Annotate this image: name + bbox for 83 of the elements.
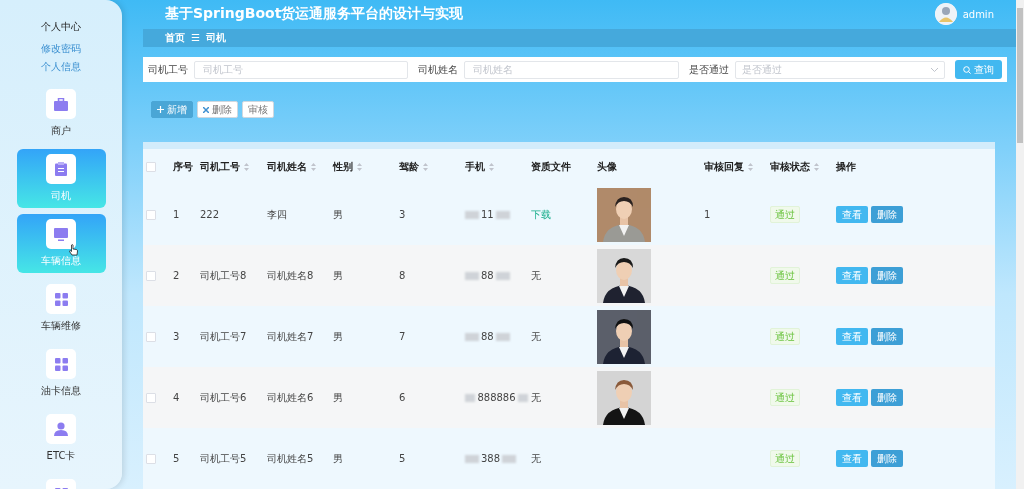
- status-tag: 通过: [770, 205, 800, 223]
- phone-cell: 88: [481, 331, 494, 342]
- column-header: 操作: [836, 159, 856, 174]
- download-link[interactable]: 下载: [528, 207, 594, 222]
- sidebar-item[interactable]: ETC卡: [16, 409, 106, 468]
- table-cell-text: 男: [332, 329, 344, 344]
- sidebar-item[interactable]: 商户: [16, 84, 106, 143]
- table-cell-text: 无: [530, 390, 542, 405]
- search-button[interactable]: 查询: [955, 60, 1002, 80]
- status-tag: 通过: [770, 266, 800, 284]
- table-cell-text: 无: [530, 268, 542, 283]
- breadcrumb-link[interactable]: 首页: [165, 30, 185, 45]
- table-cell-text: 5: [172, 453, 181, 464]
- view-button[interactable]: 查看: [836, 450, 868, 467]
- delete-button[interactable]: 删除: [871, 267, 903, 284]
- sidebar-item[interactable]: 油卡信息: [16, 344, 106, 403]
- table-cell-text: 3: [172, 331, 181, 342]
- column-header: 审核回复: [704, 159, 744, 174]
- table-cell-text: 男: [332, 268, 344, 283]
- column-header: 性别: [333, 159, 353, 174]
- table-cell-text: 司机姓名5: [266, 451, 315, 466]
- table-cell-text: 6: [398, 392, 407, 403]
- delete-button[interactable]: 删除: [871, 206, 903, 223]
- field-label: 司机姓名: [418, 62, 459, 77]
- column-header: 驾龄: [399, 159, 419, 174]
- sidebar-link[interactable]: 修改密码: [41, 42, 81, 56]
- delete-button[interactable]: 删除: [871, 389, 903, 406]
- table-cell-text: 2: [172, 270, 181, 281]
- table-cell-text: 司机工号5: [199, 451, 248, 466]
- breadcrumb-current: 司机: [205, 30, 226, 45]
- add-button[interactable]: 新增: [151, 101, 193, 118]
- table-cell-text: 1: [172, 209, 181, 220]
- column-header: 资质文件: [531, 159, 571, 174]
- table-cell-text: 7: [398, 331, 407, 342]
- review-button[interactable]: 审核: [242, 101, 274, 118]
- column-header: 司机工号: [200, 159, 240, 174]
- table-cell-text: 司机姓名8: [266, 268, 315, 283]
- table-cell-text: 无: [530, 329, 542, 344]
- table-cell-text: 5: [398, 453, 407, 464]
- table-cell-text: 李四: [266, 207, 288, 222]
- table-cell-text: 男: [332, 207, 344, 222]
- table-cell-text: 司机工号7: [199, 329, 248, 344]
- sidebar-link[interactable]: 个人信息: [41, 60, 81, 74]
- breadcrumb-separator: ☰: [191, 32, 200, 44]
- field-label: 司机工号: [148, 62, 188, 77]
- view-button[interactable]: 查看: [836, 267, 868, 284]
- column-header: 序号: [173, 159, 193, 174]
- table-cell-text: 3: [398, 209, 407, 220]
- table-cell-text: 4: [172, 392, 181, 403]
- table-cell-text: 司机工号8: [199, 268, 248, 283]
- user-name[interactable]: admin: [962, 8, 994, 20]
- column-header: 手机: [465, 159, 485, 174]
- field-label: 是否通过: [688, 62, 729, 77]
- status-tag: 通过: [770, 327, 800, 345]
- table-cell-text: 男: [332, 390, 344, 405]
- sidebar-item[interactable]: 车辆信息: [16, 214, 106, 273]
- view-button[interactable]: 查看: [836, 206, 868, 223]
- delete-button[interactable]: 删除: [871, 328, 903, 345]
- delete-button[interactable]: 删除: [871, 450, 903, 467]
- table-cell-text: 男: [332, 451, 344, 466]
- view-button[interactable]: 查看: [836, 389, 868, 406]
- status-tag: 通过: [770, 449, 800, 467]
- phone-cell: 88: [481, 270, 494, 281]
- table-cell-text: 222: [199, 209, 221, 220]
- sidebar-heading: 个人中心: [41, 20, 81, 34]
- phone-cell: 11: [481, 209, 494, 220]
- sidebar-item[interactable]: 车辆维修: [16, 279, 106, 338]
- column-header: 头像: [597, 159, 617, 174]
- table-cell-text: 司机姓名7: [266, 329, 315, 344]
- view-button[interactable]: 查看: [836, 328, 868, 345]
- table-cell-text: 8: [398, 270, 407, 281]
- phone-cell: 888886: [477, 392, 516, 403]
- app-title: 基于SpringBoot货运通服务平台的设计与实现: [165, 5, 464, 24]
- table-cell-text: 司机工号6: [199, 390, 248, 405]
- table-cell-text: 1: [703, 209, 712, 220]
- status-tag: 通过: [770, 388, 800, 406]
- sidebar-item[interactable]: 司机: [16, 149, 106, 208]
- phone-cell: 388: [481, 453, 501, 464]
- delete-button[interactable]: 删除: [197, 101, 238, 118]
- column-header: 审核状态: [770, 159, 810, 174]
- table-cell-text: 无: [530, 451, 542, 466]
- column-header: 司机姓名: [267, 159, 307, 174]
- table-cell-text: 司机姓名6: [266, 390, 315, 405]
